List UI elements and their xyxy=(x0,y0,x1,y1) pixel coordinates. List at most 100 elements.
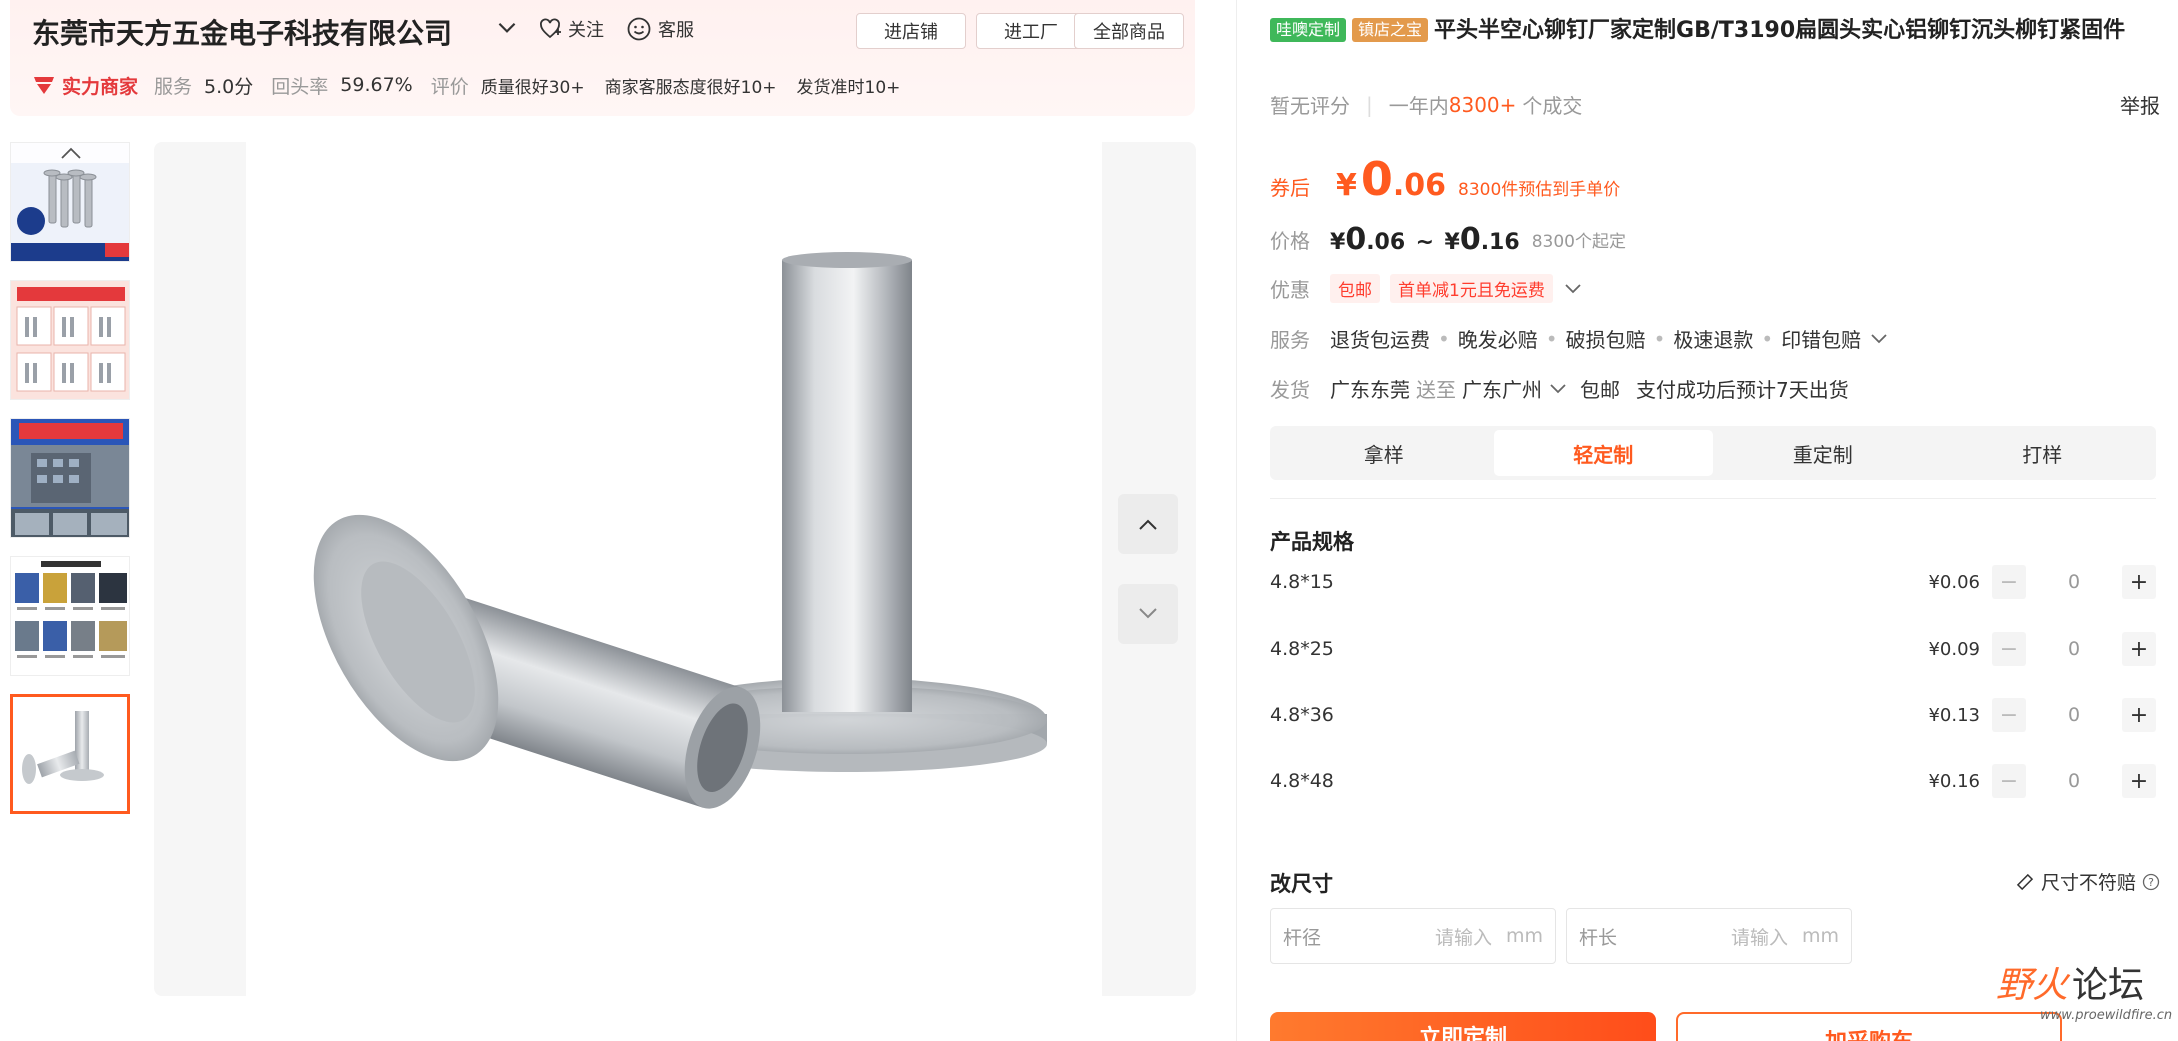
qty-minus-button[interactable]: − xyxy=(1992,698,2026,732)
chevron-down-icon[interactable] xyxy=(1869,332,1889,346)
watermark-url: www.proewildfire.cn xyxy=(2040,1008,2173,1023)
badge-store-treasure: 镇店之宝 xyxy=(1352,18,1429,42)
chevron-down-icon[interactable] xyxy=(494,14,520,40)
thumbnail-4[interactable] xyxy=(10,556,130,676)
qty-plus-button[interactable]: + xyxy=(2122,565,2156,599)
tab-light-custom[interactable]: 轻定制 xyxy=(1493,430,1713,476)
qty-plus-button[interactable]: + xyxy=(2122,632,2156,666)
resize-title: 改尺寸 xyxy=(1270,872,1333,896)
tab-heavy-custom[interactable]: 重定制 xyxy=(1713,430,1933,476)
thumbnail-5-selected[interactable] xyxy=(10,694,130,814)
spec-price: ¥0.06 xyxy=(1928,571,1980,593)
range-tilde: ~ xyxy=(1415,230,1435,255)
promo-label: 优惠 xyxy=(1270,278,1310,302)
free-shipping: 包邮 xyxy=(1580,378,1620,402)
qty-input[interactable]: 0 xyxy=(2026,638,2122,660)
ship-from: 广东东莞 xyxy=(1330,378,1410,402)
image-prev-button[interactable] xyxy=(1118,494,1178,554)
qty-minus-button[interactable]: − xyxy=(1992,632,2026,666)
chevron-up-icon xyxy=(1139,519,1157,530)
thumbnail-scroll-up[interactable] xyxy=(11,143,129,163)
thumbnail-5-image xyxy=(13,697,127,811)
customize-now-button[interactable]: 立即定制 xyxy=(1270,1012,1656,1041)
smile-face-icon xyxy=(627,17,651,41)
qty-input[interactable]: 0 xyxy=(2026,704,2122,726)
ship-to-selector[interactable]: 广东广州 xyxy=(1462,374,1542,403)
all-goods-button[interactable]: 全部商品 xyxy=(1074,13,1184,49)
qty-input[interactable]: 0 xyxy=(2026,770,2122,792)
thumbnail-3[interactable] xyxy=(10,418,130,538)
power-merchant-icon xyxy=(34,77,54,94)
rating-row: 暂无评分 | 一年内 8300+ 个成交 举报 xyxy=(1270,90,2160,119)
heart-plus-icon xyxy=(540,18,561,39)
coupon-currency: ¥ xyxy=(1336,168,1357,203)
rating-text: 暂无评分 xyxy=(1270,94,1350,118)
enter-factory-button[interactable]: 进工厂 xyxy=(976,13,1086,49)
product-title-block: 哇噢定制 镇店之宝 平头半空心铆钉厂家定制GB/T3190扁圆头实心铝铆钉沉头柳钉紧… xyxy=(1270,12,2160,50)
watermark-text-2: 论坛 xyxy=(2072,965,2145,1006)
dot-separator: • xyxy=(1653,326,1666,351)
image-next-button[interactable] xyxy=(1118,584,1178,644)
chevron-down-icon[interactable] xyxy=(1548,382,1568,396)
spec-row: 4.8*36 ¥0.13 − 0 + xyxy=(1270,695,2156,735)
spec-title: 产品规格 xyxy=(1270,530,1354,554)
badge-customize: 哇噢定制 xyxy=(1270,18,1347,42)
coupon-price-int: 0 xyxy=(1360,152,1393,206)
repurchase-value: 59.67% xyxy=(340,74,413,96)
price-range: ¥0.06 ~ ¥0.16 xyxy=(1330,222,1520,257)
input-unit: mm xyxy=(1505,925,1543,947)
qty-plus-button[interactable]: + xyxy=(2122,764,2156,798)
left-panel: 东莞市天方五金电子科技有限公司 关注 客服 进店铺 进工厂 实力商家 服务 5.… xyxy=(0,0,1240,1041)
promo-row[interactable]: 优惠 包邮 首单减1元且免运费 xyxy=(1270,274,1583,303)
spec-name: 4.8*25 xyxy=(1270,638,1334,660)
qty-plus-button[interactable]: + xyxy=(2122,698,2156,732)
forum-watermark: 野火 论坛 www.proewildfire.cn xyxy=(1990,952,2173,1041)
repurchase-label: 回头率 xyxy=(271,75,329,98)
product-title: 平头半空心铆钉厂家定制GB/T3190扁圆头实心铝铆钉沉头柳钉紧固件 xyxy=(1434,18,2126,43)
enter-shop-button[interactable]: 进店铺 xyxy=(856,13,966,49)
min-order-qty: 8300个起定 xyxy=(1531,232,1626,252)
customer-service-label: 客服 xyxy=(658,20,694,41)
shop-name[interactable]: 东莞市天方五金电子科技有限公司 xyxy=(32,12,452,52)
right-panel: 哇噢定制 镇店之宝 平头半空心铆钉厂家定制GB/T3190扁圆头实心铝铆钉沉头柳钉紧… xyxy=(1270,0,2160,1041)
customer-service-button[interactable]: 客服 xyxy=(626,14,694,44)
service-item: 破损包赔 xyxy=(1565,328,1646,352)
review-tag: 发货准时10+ xyxy=(796,77,901,98)
size-guarantee[interactable]: 尺寸不符赔 ? xyxy=(2015,868,2160,895)
power-merchant-label: 实力商家 xyxy=(62,75,139,98)
qty-input[interactable]: 0 xyxy=(2026,571,2122,593)
thumbnail-2[interactable] xyxy=(10,280,130,400)
service-score: 5.0分 xyxy=(204,75,254,98)
spec-row: 4.8*25 ¥0.09 − 0 + xyxy=(1270,629,2156,669)
spec-name: 4.8*36 xyxy=(1270,704,1334,726)
thumbnail-1[interactable] xyxy=(10,142,130,262)
input-unit: mm xyxy=(1801,925,1839,947)
rod-diameter-input[interactable]: 杆径 请输入 mm xyxy=(1270,908,1556,964)
currency: ¥ xyxy=(1330,230,1346,255)
tab-sample[interactable]: 拿样 xyxy=(1274,430,1494,476)
chevron-down-icon[interactable] xyxy=(1563,282,1583,296)
main-product-image[interactable] xyxy=(154,142,1196,996)
price-high-dec: .16 xyxy=(1480,230,1520,255)
thumbnail-2-image xyxy=(11,281,129,399)
rod-diameter-label: 杆径 xyxy=(1283,926,1322,949)
input-placeholder: 请输入 xyxy=(1730,926,1788,949)
tab-proofing[interactable]: 打样 xyxy=(1933,430,2153,476)
spec-price: ¥0.16 xyxy=(1928,770,1980,792)
coupon-label: 券后 xyxy=(1270,176,1310,200)
follow-label: 关注 xyxy=(568,20,604,41)
rod-length-input[interactable]: 杆长 请输入 mm xyxy=(1566,908,1852,964)
rod-length-label: 杆长 xyxy=(1579,926,1618,949)
qty-minus-button[interactable]: − xyxy=(1992,565,2026,599)
promo-tag: 首单减1元且免运费 xyxy=(1390,274,1553,303)
service-row[interactable]: 服务 退货包运费 • 晚发必赔 • 破损包赔 • 极速退款 • 印错包赔 xyxy=(1270,324,1889,353)
spec-row: 4.8*15 ¥0.06 − 0 + xyxy=(1270,562,2156,602)
follow-button[interactable]: 关注 xyxy=(538,14,604,44)
dot-separator: • xyxy=(1545,326,1558,351)
ship-to-label: 送至 xyxy=(1416,378,1456,402)
report-link[interactable]: 举报 xyxy=(2120,90,2160,119)
rivet-product-photo xyxy=(313,252,1047,809)
deals-prefix: 一年内 xyxy=(1388,94,1449,118)
help-icon[interactable]: ? xyxy=(2142,873,2160,891)
qty-minus-button[interactable]: − xyxy=(1992,764,2026,798)
